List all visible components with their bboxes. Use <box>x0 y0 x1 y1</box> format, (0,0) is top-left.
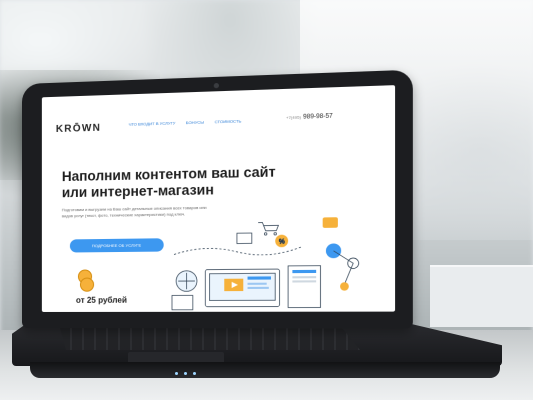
led-indicator <box>193 372 196 375</box>
led-indicator <box>175 372 178 375</box>
site-logo[interactable]: KRŌWN <box>56 123 101 135</box>
phone-digits: 989-98-57 <box>303 113 333 121</box>
phone-code: +7(495) <box>285 114 301 121</box>
phone-number[interactable]: +7(495) 989-98-57 <box>286 113 333 121</box>
laptop-keyboard <box>60 328 360 350</box>
nav-item-price[interactable]: Стоимость <box>215 118 242 124</box>
illustration-line-art: % <box>172 217 359 310</box>
site-nav: Что входит в услугу Бонусы Стоимость <box>129 118 242 126</box>
nav-item-services[interactable]: Что входит в услугу <box>129 120 176 126</box>
details-button[interactable]: Подробнее об услуге <box>69 238 164 253</box>
nav-item-bonuses[interactable]: Бонусы <box>186 119 204 125</box>
ecommerce-illustration: % <box>164 217 378 312</box>
hero-title: Наполним контентом ваш сайт или интернет… <box>61 164 276 201</box>
coins-icon <box>77 269 95 292</box>
laptop-lid: KRŌWN Что входит в услугу Бонусы Стоимос… <box>22 69 413 329</box>
svg-text:%: % <box>279 239 285 245</box>
status-leds <box>175 372 196 375</box>
led-indicator <box>184 372 187 375</box>
webcam-icon <box>213 82 220 89</box>
price-label: от 25 рублей <box>75 295 127 305</box>
photo-scene: KRŌWN Что входит в услугу Бонусы Стоимос… <box>0 0 533 400</box>
coin-icon <box>79 277 95 292</box>
laptop-front-edge <box>30 362 500 378</box>
background-box <box>430 265 533 327</box>
laptop-screen: KRŌWN Что входит в услугу Бонусы Стоимос… <box>41 85 396 312</box>
